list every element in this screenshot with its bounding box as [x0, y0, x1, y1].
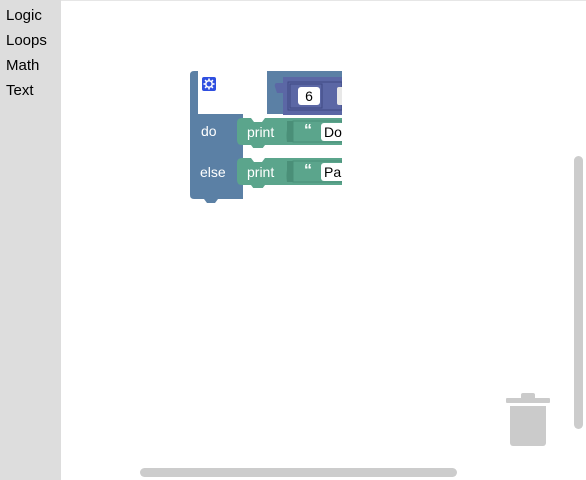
- quote-do-icon: “: [304, 122, 312, 139]
- blockly-app: Logic Loops Math Text if do else 6 print…: [0, 0, 586, 480]
- trash-bin: [510, 406, 546, 446]
- compare-block[interactable]: 6: [267, 77, 342, 115]
- toolbox: Logic Loops Math Text: [0, 0, 61, 480]
- print-block-do[interactable]: print “ Do: [237, 118, 342, 148]
- do-label: do: [201, 123, 217, 139]
- print-else-label: print: [247, 164, 275, 180]
- trash-icon[interactable]: [506, 392, 550, 446]
- gear-icon[interactable]: [201, 76, 217, 92]
- toolbox-category-text[interactable]: Text: [6, 82, 34, 100]
- quote-else-icon: “: [304, 162, 312, 179]
- if-label: if: [227, 76, 234, 92]
- toolbox-category-math[interactable]: Math: [6, 57, 39, 75]
- compare-operator[interactable]: [337, 87, 342, 105]
- compare-left-value[interactable]: 6: [298, 87, 320, 105]
- workspace[interactable]: if do else 6 print “ Do print “ Pa: [61, 0, 586, 480]
- toolbox-category-logic[interactable]: Logic: [6, 7, 42, 25]
- else-label: else: [200, 164, 226, 180]
- print-do-label: print: [247, 124, 275, 140]
- print-do-text[interactable]: Do: [321, 123, 342, 141]
- trash-lid: [506, 398, 550, 403]
- block-canvas: if do else 6 print “ Do print “ Pa: [61, 1, 342, 480]
- print-else-text[interactable]: Pa: [321, 163, 342, 181]
- vertical-scrollbar[interactable]: [574, 156, 583, 429]
- horizontal-scrollbar[interactable]: [140, 468, 457, 477]
- print-block-else[interactable]: print “ Pa: [237, 158, 342, 188]
- toolbox-category-loops[interactable]: Loops: [6, 32, 47, 50]
- gear-glyph: [203, 78, 215, 90]
